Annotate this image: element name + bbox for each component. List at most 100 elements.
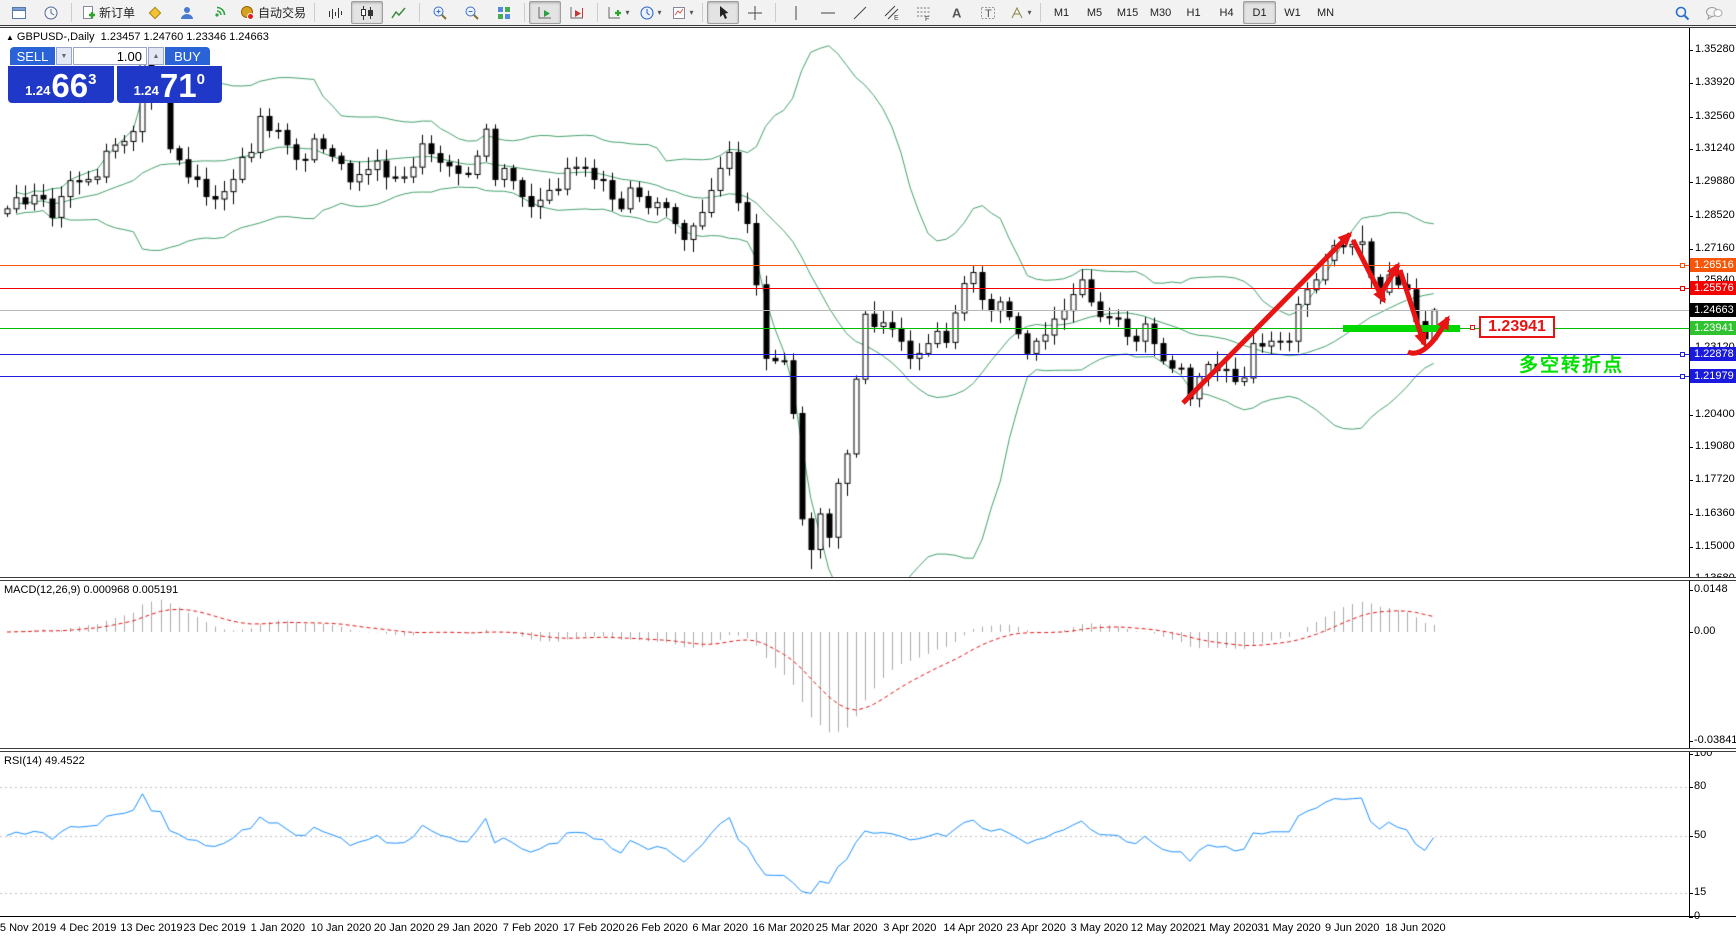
line-end-marker[interactable] — [1680, 286, 1685, 291]
buy-price-sup: 0 — [196, 71, 205, 88]
timeframe-m15[interactable]: M15 — [1111, 1, 1144, 24]
periods-button[interactable]: ▾ — [634, 1, 666, 24]
date-label: 16 Mar 2020 — [752, 922, 815, 934]
candlestick-icon — [359, 5, 375, 21]
strategy-tester-button[interactable] — [35, 1, 67, 24]
rsi-pane-canvas[interactable] — [0, 752, 1689, 916]
horizontal-line-1.24663[interactable] — [0, 310, 1689, 311]
date-label: 12 May 2020 — [1130, 922, 1195, 934]
sell-price-sup: 3 — [88, 71, 97, 88]
price-badge-1.24663: 1.24663 — [1690, 303, 1736, 317]
timeframe-w1[interactable]: W1 — [1276, 1, 1309, 24]
sell-price-prefix: 1.24 — [25, 83, 51, 98]
chart-shift-button[interactable] — [561, 1, 593, 24]
symbol-ohlc-values: 1.23457 1.24760 1.23346 1.24663 — [100, 31, 269, 43]
price-annotation-label[interactable]: 1.23941 — [1479, 316, 1555, 338]
trendline-button[interactable] — [844, 1, 876, 24]
label-icon: T — [980, 5, 996, 21]
price-tick-mark — [1689, 216, 1693, 217]
zoom-in-button[interactable] — [424, 1, 456, 24]
volume-increase-button[interactable]: ▲ — [148, 47, 164, 65]
line-chart-button[interactable] — [383, 1, 415, 24]
toolbar-separator — [71, 3, 72, 22]
rsi-axis-15: 15 — [1694, 885, 1707, 898]
mt4-window: 新订单 自动交易 ▾ ▾ ▾ E F A T ▾ M1 M5 M15 M30 H… — [0, 0, 1736, 949]
arrows-button[interactable]: ▾ — [1004, 1, 1036, 24]
vertical-line-button[interactable] — [780, 1, 812, 24]
text-button[interactable]: A — [940, 1, 972, 24]
pane-separator[interactable] — [0, 577, 1736, 581]
timeframe-m1[interactable]: M1 — [1045, 1, 1078, 24]
text-label-button[interactable]: T — [972, 1, 1004, 24]
price-tick-mark — [1689, 547, 1693, 548]
horizontal-line-1.25576[interactable] — [0, 288, 1689, 289]
bar-chart-button[interactable] — [319, 1, 351, 24]
volume-input[interactable] — [73, 47, 147, 65]
volume-decrease-button[interactable]: ▼ — [56, 47, 72, 65]
equidistant-channel-button[interactable]: E — [876, 1, 908, 24]
time-axis[interactable]: 25 Nov 2019 4 Dec 2019 13 Dec 2019 23 Dec 2… — [0, 917, 1736, 949]
macd-axis-max: 0.0148 — [1694, 582, 1728, 595]
new-order-button[interactable]: 新订单 — [76, 1, 139, 24]
chevron-down-icon: ▾ — [1027, 7, 1032, 17]
date-label: 17 Feb 2020 — [562, 922, 625, 934]
buy-button[interactable]: BUY — [165, 47, 210, 65]
timeframe-toolbar: M1 M5 M15 M30 H1 H4 D1 W1 MN — [1045, 1, 1342, 24]
macd-axis-min: -0.038415 — [1694, 734, 1736, 747]
price-tick-mark — [1689, 480, 1693, 481]
chat-button[interactable] — [1698, 1, 1730, 24]
timeframe-h1[interactable]: H1 — [1177, 1, 1210, 24]
chevron-down-icon: ▾ — [689, 7, 694, 17]
toolbar-separator — [597, 3, 599, 22]
fibonacci-button[interactable]: F — [908, 1, 940, 24]
macd-pane-canvas[interactable] — [0, 581, 1689, 748]
sell-price-big: 66 — [51, 67, 89, 104]
price-tick-label: 1.32560 — [1695, 110, 1735, 122]
annotation-anchor-marker[interactable] — [1470, 325, 1475, 330]
date-label: 25 Mar 2020 — [815, 922, 878, 934]
date-label: 20 Jan 2020 — [373, 922, 435, 934]
toolbar-separator — [314, 3, 316, 22]
horizontal-line-button[interactable] — [812, 1, 844, 24]
chat-icon — [1705, 5, 1723, 21]
turning-point-note[interactable]: 多空转折点 — [1344, 350, 1624, 377]
templates-button[interactable]: ▾ — [666, 1, 698, 24]
metaeditor-button[interactable] — [139, 1, 171, 24]
pane-separator[interactable] — [0, 748, 1736, 752]
date-label: 9 Jun 2020 — [1324, 922, 1380, 934]
toolbar-separator — [524, 3, 526, 22]
timeframe-m5[interactable]: M5 — [1078, 1, 1111, 24]
buy-price-display[interactable]: 1.24 71 0 — [116, 66, 222, 104]
horizontal-line-1.26516[interactable] — [0, 265, 1689, 266]
buy-price-big: 71 — [159, 67, 197, 104]
main-chart-canvas[interactable] — [0, 28, 1689, 577]
signals-button[interactable] — [203, 1, 235, 24]
support-zone-bar[interactable] — [1343, 325, 1460, 332]
line-end-marker[interactable] — [1680, 263, 1685, 268]
community-button[interactable] — [171, 1, 203, 24]
crosshair-button[interactable] — [739, 1, 771, 24]
cursor-icon — [715, 5, 731, 21]
zoom-out-button[interactable] — [456, 1, 488, 24]
date-label: 14 Apr 2020 — [943, 922, 1003, 934]
sell-price-display[interactable]: 1.24 66 3 — [8, 66, 114, 103]
terminal-window-button[interactable] — [3, 1, 35, 24]
price-badge-1.22878: 1.22878 — [1690, 347, 1736, 361]
indicators-button[interactable]: ▾ — [602, 1, 634, 24]
collapse-arrow-icon[interactable]: ▲ — [6, 33, 14, 42]
tile-windows-icon — [496, 5, 512, 21]
timeframe-d1[interactable]: D1 — [1243, 1, 1277, 24]
timeframe-mn[interactable]: MN — [1309, 1, 1342, 24]
auto-scroll-button[interactable] — [529, 1, 562, 24]
timeframe-m30[interactable]: M30 — [1144, 1, 1177, 24]
search-button[interactable] — [1666, 1, 1698, 24]
line-end-marker[interactable] — [1680, 352, 1685, 357]
candlestick-chart-button[interactable] — [351, 1, 384, 24]
tile-windows-button[interactable] — [488, 1, 520, 24]
line-end-marker[interactable] — [1680, 374, 1685, 379]
timeframe-h4[interactable]: H4 — [1210, 1, 1243, 24]
cursor-button[interactable] — [707, 1, 740, 24]
periods-clock-icon — [639, 5, 655, 21]
autotrading-button[interactable]: 自动交易 — [235, 1, 310, 24]
sell-button[interactable]: SELL — [10, 47, 55, 65]
